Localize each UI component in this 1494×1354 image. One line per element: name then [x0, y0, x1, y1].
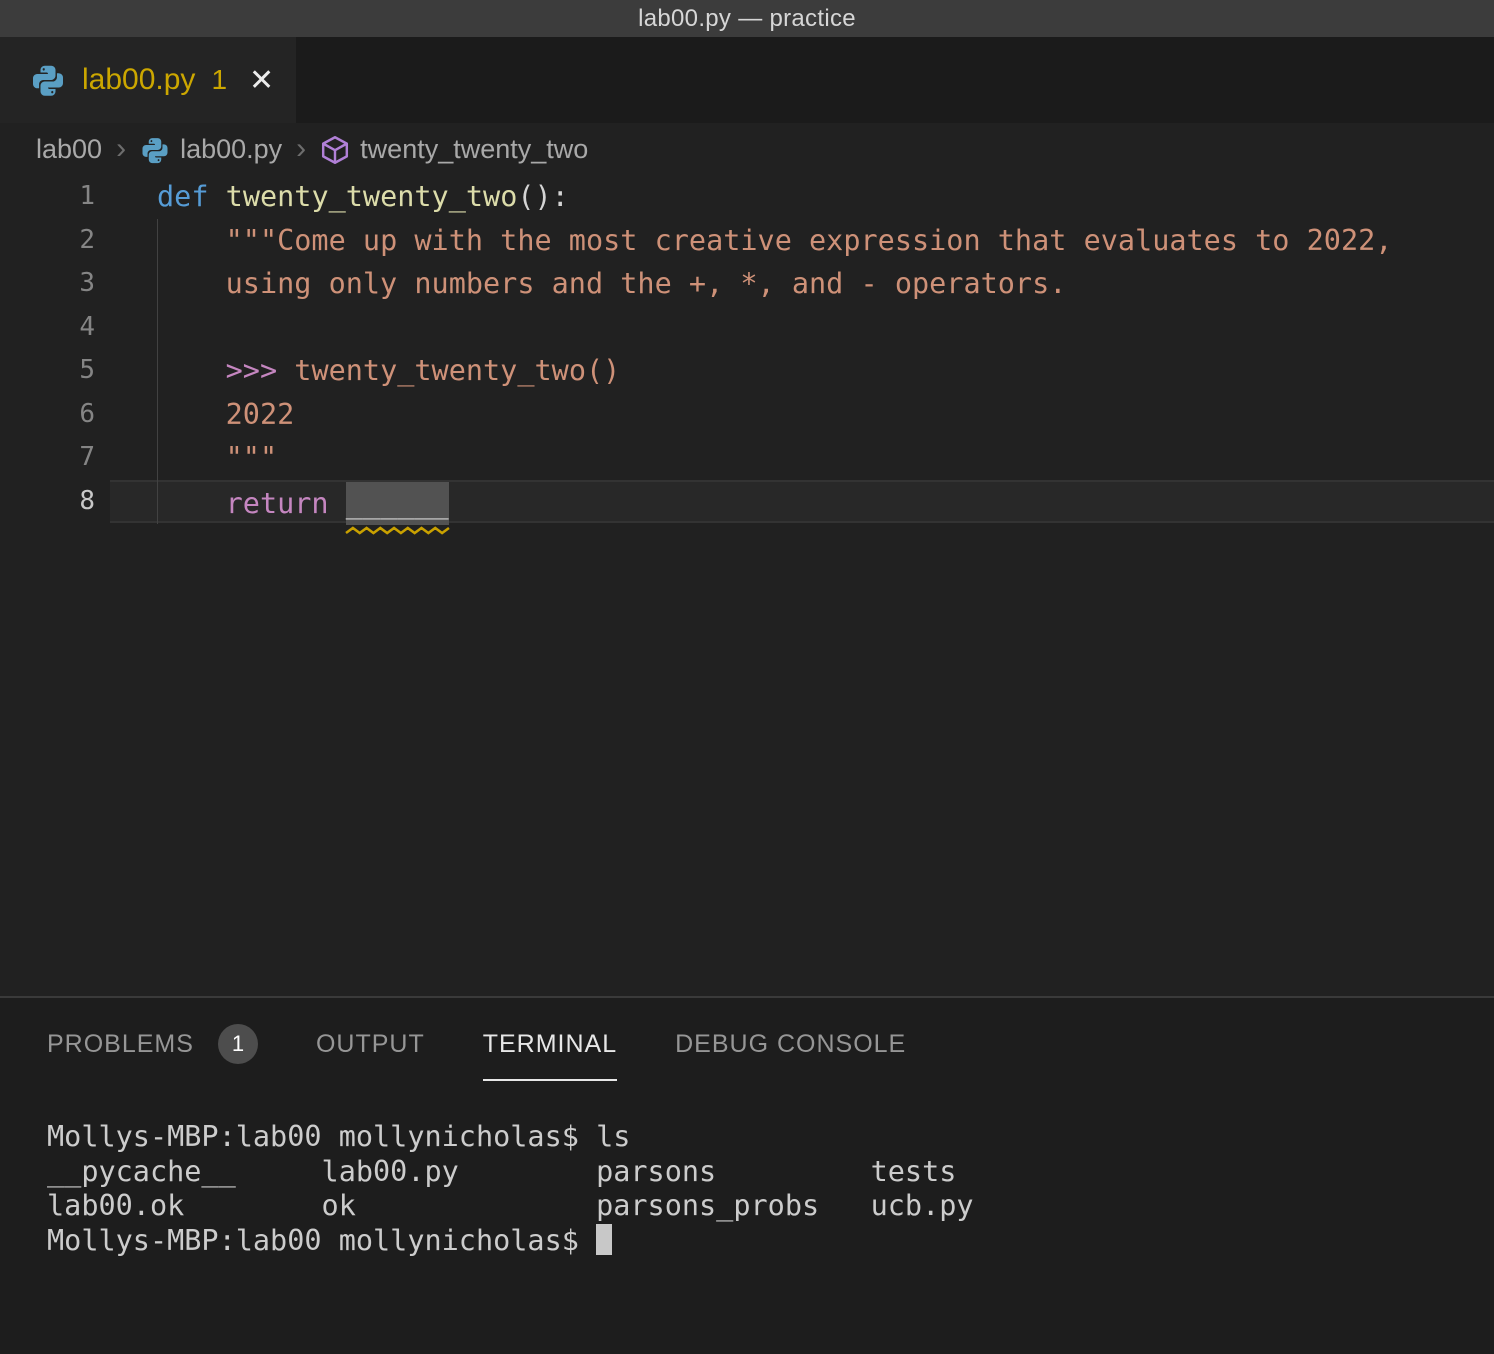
problems-count-badge: 1 [218, 1024, 258, 1064]
code-text [95, 306, 1494, 350]
code-token [157, 224, 226, 257]
code-token [208, 180, 225, 213]
line-number: 4 [0, 306, 95, 350]
code-token: (): [517, 180, 568, 213]
terminal-line: __pycache__ lab00.py parsons tests [47, 1155, 956, 1188]
terminal-line: Mollys-MBP:lab00 mollynicholas$ ls [47, 1120, 630, 1153]
selected-placeholder: ______ [346, 482, 449, 526]
tab-label: lab00.py [82, 63, 195, 97]
terminal-output[interactable]: Mollys-MBP:lab00 mollynicholas$ ls __pyc… [47, 1120, 974, 1258]
breadcrumb-symbol[interactable]: twenty_twenty_two [360, 134, 588, 165]
tab-bar: lab00.py 1 ✕ [0, 37, 1494, 123]
line-number: 2 [0, 219, 95, 263]
chevron-right-icon: › [116, 132, 126, 166]
code-token: """Come up with the most creative expres… [226, 224, 1393, 257]
line-number: 3 [0, 262, 95, 306]
code-text: >>> twenty_twenty_two() [95, 349, 1494, 393]
code-line-4[interactable]: 4 [0, 306, 1494, 350]
line-number: 7 [0, 436, 95, 480]
code-token: """ [157, 441, 277, 474]
terminal-line: Mollys-MBP:lab00 mollynicholas$ [47, 1224, 596, 1257]
code-text: def twenty_twenty_two(): [95, 175, 1494, 219]
bottom-panel: PROBLEMS 1 OUTPUT TERMINAL DEBUG CONSOLE Mol… [0, 996, 1494, 1354]
panel-tab-bar: PROBLEMS 1 OUTPUT TERMINAL DEBUG CONSOLE [0, 998, 1494, 1082]
line-number: 5 [0, 349, 95, 393]
code-token: twenty_twenty_two() [277, 354, 620, 387]
code-token: twenty_twenty_two [226, 180, 518, 213]
line-number: 8 [0, 480, 95, 524]
breadcrumb: lab00 › lab00.py › twenty_twenty_two [0, 123, 1494, 175]
code-line-8[interactable]: 8 return ______ [0, 480, 1494, 524]
panel-tab-label: DEBUG CONSOLE [675, 1030, 906, 1059]
code-line-7[interactable]: 7 """ [0, 436, 1494, 480]
tab-problems-count: 1 [211, 64, 227, 96]
breadcrumb-file[interactable]: lab00.py [180, 134, 282, 165]
titlebar: lab00.py — practice [0, 0, 1494, 37]
panel-tab-label: OUTPUT [316, 1030, 425, 1059]
code-token [157, 354, 226, 387]
code-line-6[interactable]: 6 2022 [0, 393, 1494, 437]
code-token: using only numbers and the +, *, and - o… [157, 267, 1066, 300]
code-token: >>> [226, 354, 277, 387]
code-token: return [226, 487, 329, 520]
code-line-2[interactable]: 2 """Come up with the most creative expr… [0, 219, 1494, 263]
panel-tab-label: TERMINAL [483, 1030, 617, 1059]
panel-tab-label: PROBLEMS [47, 1030, 194, 1059]
code-line-3[interactable]: 3 using only numbers and the +, *, and -… [0, 262, 1494, 306]
symbol-cube-icon [320, 135, 350, 165]
code-text: using only numbers and the +, *, and - o… [95, 262, 1494, 306]
code-text: """ [95, 436, 1494, 480]
window-title: lab00.py — practice [638, 5, 856, 33]
panel-tab-debug-console[interactable]: DEBUG CONSOLE [675, 1030, 906, 1081]
code-text: return ______ [110, 480, 1494, 524]
python-icon [140, 135, 170, 165]
code-lines: 1def twenty_twenty_two():2 """Come up wi… [0, 175, 1494, 523]
code-token: 2022 [157, 398, 294, 431]
code-editor[interactable]: 1def twenty_twenty_two():2 """Come up wi… [0, 175, 1494, 996]
terminal-line: lab00.ok ok parsons_probs ucb.py [47, 1189, 974, 1222]
code-token: def [157, 180, 208, 213]
panel-tab-output[interactable]: OUTPUT [316, 1030, 425, 1081]
breadcrumb-folder[interactable]: lab00 [36, 134, 102, 165]
code-token [329, 487, 346, 520]
panel-tab-problems[interactable]: PROBLEMS 1 [47, 1024, 258, 1086]
line-number: 1 [0, 175, 95, 219]
chevron-right-icon: › [296, 132, 306, 166]
terminal-cursor [596, 1224, 612, 1255]
panel-tab-terminal[interactable]: TERMINAL [483, 1030, 617, 1081]
warning-squiggle [346, 526, 449, 535]
code-token [157, 487, 226, 520]
editor-tab-lab00[interactable]: lab00.py 1 ✕ [0, 37, 296, 123]
code-line-5[interactable]: 5 >>> twenty_twenty_two() [0, 349, 1494, 393]
code-line-1[interactable]: 1def twenty_twenty_two(): [0, 175, 1494, 219]
vscode-window: lab00.py — practice lab00.py 1 ✕ lab00 ›… [0, 0, 1494, 1354]
close-icon[interactable]: ✕ [249, 63, 274, 98]
code-text: 2022 [95, 393, 1494, 437]
code-text: """Come up with the most creative expres… [95, 219, 1494, 263]
line-number: 6 [0, 393, 95, 437]
python-icon [30, 62, 66, 98]
